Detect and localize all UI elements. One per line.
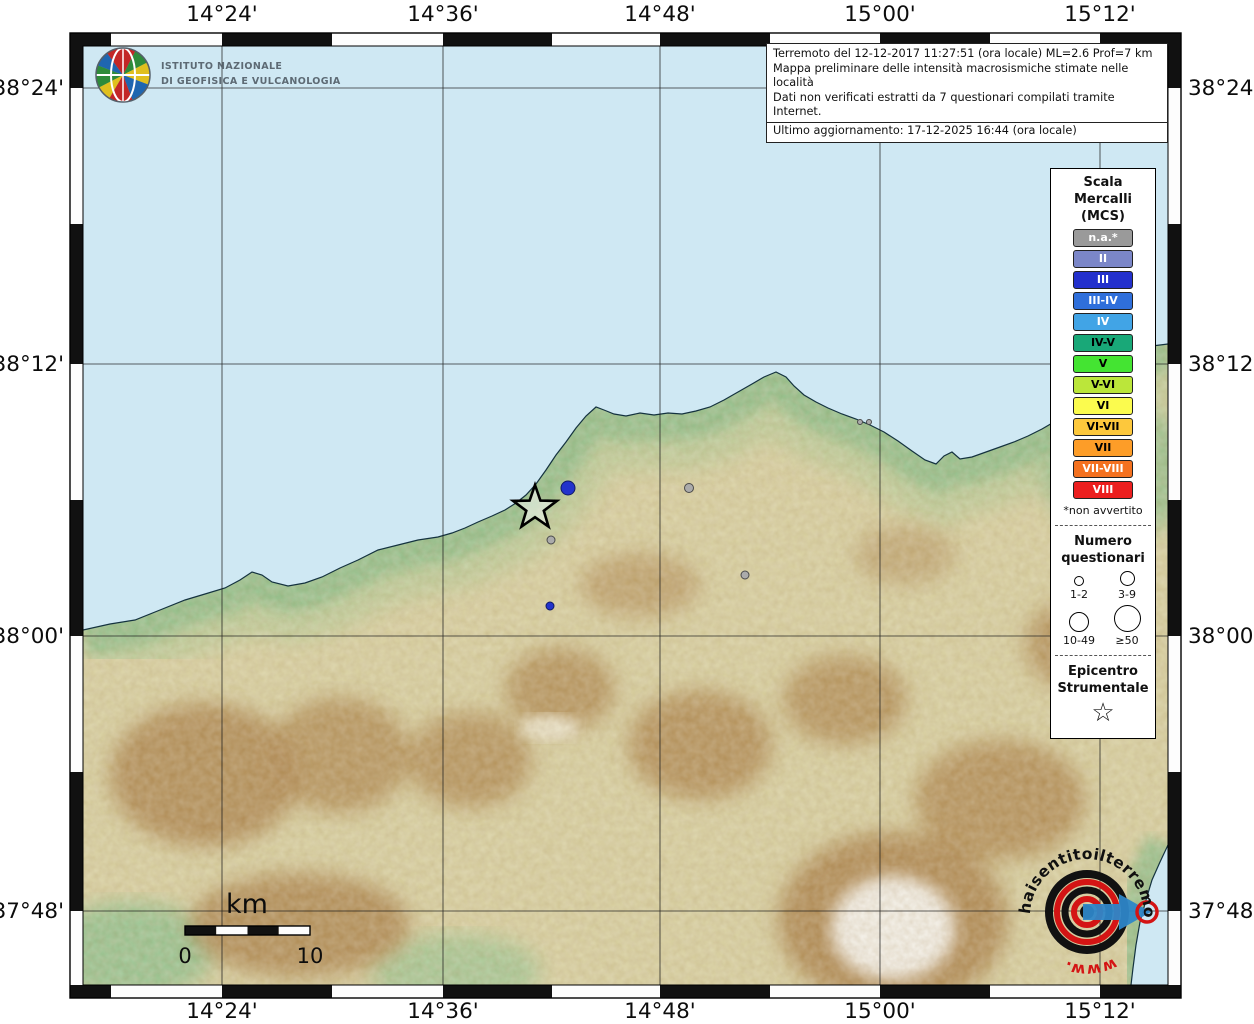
mcs-swatch-viii: VIII — [1073, 481, 1133, 499]
data-disclaimer: Dati non verificati estratti da 7 questi… — [773, 91, 1161, 120]
questionnaire-size-key: 1-2 3-9 10-49 ≥50 — [1051, 567, 1155, 647]
lat-label-left: 38°00' — [0, 624, 64, 649]
size-key-50plus: ≥50 — [1114, 605, 1141, 647]
scale-bar-tick-10: 10 — [297, 944, 324, 968]
lon-label-top: 15°12' — [1064, 2, 1135, 27]
lon-label-top: 15°00' — [844, 2, 915, 27]
legend-divider — [1055, 525, 1151, 526]
scale-bar-tick-0: 0 — [178, 944, 191, 968]
size-circle-icon — [1074, 576, 1084, 586]
mcs-swatch-iii: III — [1073, 271, 1133, 289]
ingv-logo: ISTITUTO NAZIONALE DI GEOFISICA E VULCAN… — [94, 46, 341, 104]
scale-bar-unit: km — [226, 889, 268, 920]
size-key-10-49: 10-49 — [1063, 612, 1095, 647]
event-title: Terremoto del 12-12-2017 11:27:51 (ora l… — [773, 47, 1161, 62]
size-circle-icon — [1114, 605, 1141, 632]
mcs-swatch-iii-iv: III-IV — [1073, 292, 1133, 310]
lon-label-bottom: 14°48' — [624, 999, 695, 1024]
size-circle-icon — [1120, 571, 1135, 586]
mcs-swatch-vii: VII — [1073, 439, 1133, 457]
event-info-box: Terremoto del 12-12-2017 11:27:51 (ora l… — [766, 43, 1168, 143]
lon-label-bottom: 15°12' — [1064, 999, 1135, 1024]
watermark-brand-tld: .it — [0, 0, 4, 4]
map-description: Mappa preliminare delle intensità macros… — [773, 62, 1161, 91]
lon-label-top: 14°36' — [407, 2, 478, 27]
mcs-swatch-vi-vii: VI-VII — [1073, 418, 1133, 436]
mcs-swatch-na: n.a.* — [1073, 229, 1133, 247]
legend-divider — [1055, 655, 1151, 656]
mcs-swatch-vii-viii: VII-VIII — [1073, 460, 1133, 478]
size-circle-icon — [1069, 612, 1089, 632]
earthquake-intensity-map-page: km 0 10 haisentitoilterremoto.it — [0, 0, 1254, 1024]
questionnaires-title: Numero questionari — [1051, 534, 1155, 568]
lat-label-left: 38°24' — [0, 76, 64, 101]
ingv-globe-icon — [94, 46, 152, 104]
lon-label-bottom: 14°36' — [407, 999, 478, 1024]
mcs-swatch-v-vi: V-VI — [1073, 376, 1133, 394]
legend-panel: Scala Mercalli (MCS) n.a.* II III III-IV… — [1050, 168, 1156, 739]
ingv-name-line2: DI GEOFISICA E VULCANOLOGIA — [161, 75, 341, 90]
size-key-3-9: 3-9 — [1118, 571, 1136, 601]
mcs-swatch-iv: IV — [1073, 313, 1133, 331]
legend-footnote: *non avvertito — [1051, 504, 1155, 517]
lon-label-bottom: 14°24' — [186, 999, 257, 1024]
mcs-swatch-iv-v: IV-V — [1073, 334, 1133, 352]
mcs-swatch-ii: II — [1073, 250, 1133, 268]
mcs-swatch-v: V — [1073, 355, 1133, 373]
ingv-name-line1: ISTITUTO NAZIONALE — [161, 60, 341, 75]
lon-label-top: 14°48' — [624, 2, 695, 27]
epicenter-title: Epicentro Strumentale — [1051, 664, 1155, 698]
size-key-1-2: 1-2 — [1070, 576, 1088, 601]
lat-label-right: 38°24' — [1188, 76, 1254, 101]
lon-label-bottom: 15°00' — [844, 999, 915, 1024]
epicenter-star-icon: ☆ — [1051, 700, 1155, 727]
lat-label-left: 37°48' — [0, 899, 64, 924]
lat-label-right: 38°00' — [1188, 624, 1254, 649]
last-update: Ultimo aggiornamento: 17-12-2025 16:44 (… — [767, 122, 1167, 140]
lat-label-left: 38°12' — [0, 352, 64, 377]
lat-label-right: 38°12' — [1188, 352, 1254, 377]
lon-label-top: 14°24' — [186, 2, 257, 27]
legend-title: Scala Mercalli (MCS) — [1051, 169, 1155, 226]
lat-label-right: 37°48' — [1188, 899, 1254, 924]
mcs-swatch-vi: VI — [1073, 397, 1133, 415]
